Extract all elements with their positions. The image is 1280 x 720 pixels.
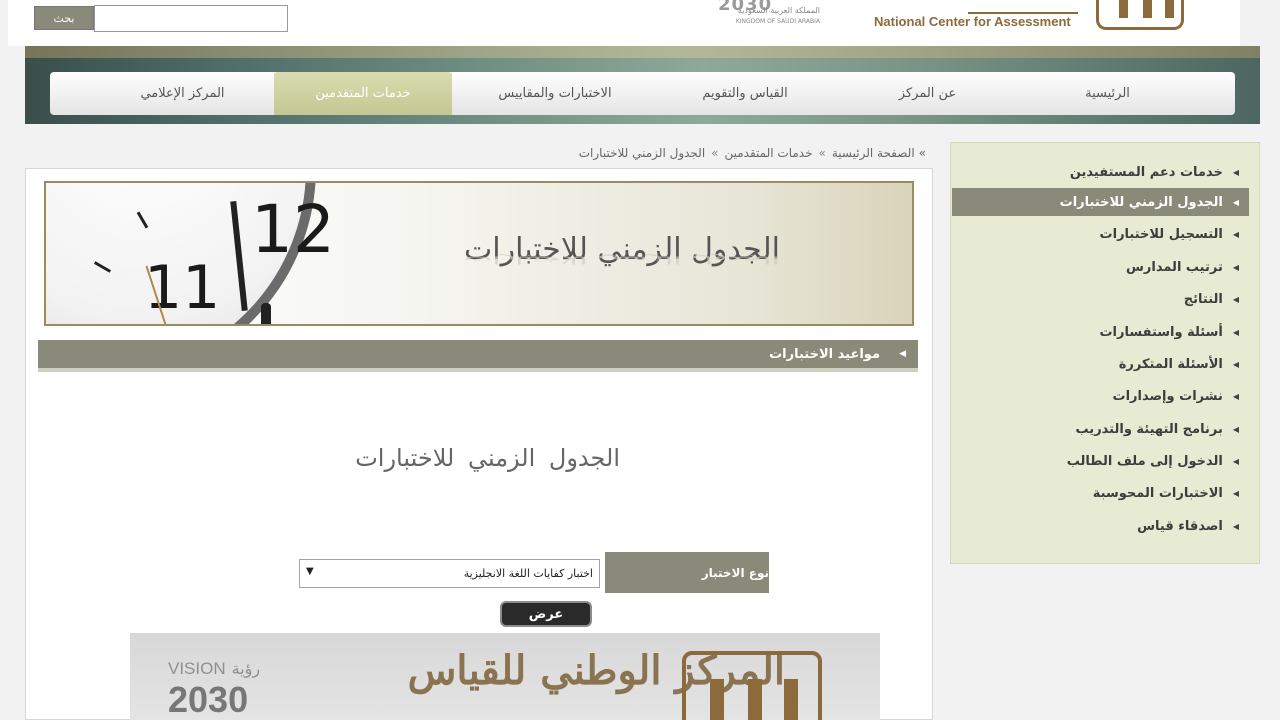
- breadcrumb-applicant-services[interactable]: خدمات المتقدمين: [725, 146, 813, 160]
- sidebar-item-label: الجدول الزمني للاختبارات: [1059, 194, 1223, 210]
- sidebar-item-publications[interactable]: ◀ نشرات وإصدارات: [959, 385, 1239, 407]
- sidebar-item-label: الدخول إلى ملف الطالب: [1066, 453, 1223, 469]
- org-logo-arabic: [968, 0, 1078, 14]
- vision-logo-footer: VISION رؤية: [168, 659, 260, 679]
- search-input[interactable]: [94, 5, 288, 32]
- sidebar-item-computerized-tests[interactable]: ◀ الاختبارات المحوسبة: [959, 482, 1239, 504]
- vision-footer-year: 2030: [168, 679, 249, 720]
- chevron-left-icon: ◀: [899, 349, 906, 359]
- sidebar-item-label: النتائج: [1183, 291, 1223, 307]
- main-nav: الرئيسية عن المركز القياس والتقويم الاخت…: [50, 72, 1235, 115]
- nav-about[interactable]: عن المركز: [855, 72, 1000, 115]
- sidebar-item-test-schedule[interactable]: ◀ الجدول الزمني للاختبارات: [952, 188, 1249, 216]
- test-type-select[interactable]: اختبار كفايات اللغة الانجليزية ▼: [299, 559, 600, 588]
- org-logo-icon[interactable]: [1096, 0, 1184, 30]
- sidebar-item-label: الاختبارات المحوسبة: [1092, 485, 1223, 501]
- sidebar-item-student-file[interactable]: ◀ الدخول إلى ملف الطالب: [959, 450, 1239, 472]
- nav-measurement[interactable]: القياس والتقويم: [665, 72, 825, 115]
- chevron-left-icon: ◀: [1232, 456, 1239, 466]
- nav-media-center[interactable]: المركز الإعلامي: [105, 72, 260, 115]
- chevron-left-icon: ◀: [1232, 424, 1239, 434]
- test-type-label: نوع الاختبار: [605, 552, 769, 593]
- chevron-left-icon: ◀: [1232, 488, 1239, 498]
- sidebar-item-label: خدمات دعم المستفيدين: [1069, 164, 1223, 180]
- hero-title-reflection: الجدول الزمني للاختبارات: [464, 253, 780, 266]
- vision-country-ar: المملكة العربية السعودية: [737, 6, 820, 15]
- sidebar: ◀ خدمات دعم المستفيدين ◀ الجدول الزمني للا…: [950, 142, 1260, 564]
- sidebar-item-beneficiary-support[interactable]: ◀ خدمات دعم المستفيدين: [959, 161, 1239, 183]
- sidebar-item-label: نشرات وإصدارات: [1112, 388, 1223, 404]
- clock-number-11: 11: [144, 253, 221, 323]
- clock-tick: [136, 211, 149, 229]
- vision-country-en: KINGDOM OF SAUDI ARABIA: [735, 18, 820, 25]
- vision-footer-ar: رؤية: [231, 661, 261, 678]
- chevron-left-icon: ◀: [1232, 391, 1239, 401]
- sidebar-item-label: الأسئلة المتكررة: [1118, 356, 1223, 372]
- breadcrumb-separator: »: [711, 146, 719, 160]
- chevron-left-icon: ◀: [1232, 327, 1239, 337]
- clock-tick: [93, 261, 112, 273]
- search-button[interactable]: بحث: [34, 6, 94, 30]
- chevron-left-icon: ◀: [1232, 229, 1239, 239]
- sidebar-item-label: أسئلة واستفسارات: [1099, 324, 1223, 340]
- chevron-left-icon: ◀: [1232, 521, 1239, 531]
- page-title: الجدول الزمني للاختبارات: [355, 444, 620, 472]
- chevron-left-icon: ◀: [1232, 197, 1239, 207]
- nav-tests[interactable]: الاختبارات والمقاييس: [475, 72, 635, 115]
- clock-number-12: 12: [251, 191, 335, 268]
- site-header: بحث 2030 المملكة العربية السعودية KINGDO…: [8, 0, 1240, 46]
- sidebar-item-registration[interactable]: ◀ التسجيل للاختبارات: [959, 223, 1239, 245]
- section-header: ◀ مواعيد الاختبارات: [38, 340, 918, 372]
- org-name[interactable]: National Center for Assessment: [874, 14, 1071, 29]
- sidebar-item-label: اصدقاء قياس: [1137, 518, 1223, 534]
- vision-footer-en: VISION: [168, 659, 226, 678]
- chevron-left-icon: ◀: [1232, 359, 1239, 369]
- breadcrumb-separator: »: [818, 146, 826, 160]
- chevron-left-icon: ◀: [1232, 294, 1239, 304]
- clock-hand: [230, 200, 248, 312]
- nav-applicant-services[interactable]: خدمات المتقدمين: [274, 72, 452, 115]
- chevron-down-icon: ▼: [306, 566, 314, 577]
- sidebar-item-inquiries[interactable]: ◀ أسئلة واستفسارات: [959, 321, 1239, 343]
- nav-home[interactable]: الرئيسية: [1035, 72, 1180, 115]
- chevron-left-icon: ◀: [1232, 262, 1239, 272]
- sidebar-item-faq[interactable]: ◀ الأسئلة المتكررة: [959, 353, 1239, 375]
- test-type-selected-value: اختبار كفايات اللغة الانجليزية: [463, 567, 593, 580]
- breadcrumb: » الصفحة الرئيسية » خدمات المتقدمين » ال…: [486, 143, 926, 163]
- breadcrumb-home[interactable]: الصفحة الرئيسية: [832, 146, 915, 160]
- sidebar-item-school-ranking[interactable]: ◀ ترتيب المدارس: [959, 256, 1239, 278]
- breadcrumb-separator: »: [918, 146, 926, 160]
- section-title: مواعيد الاختبارات: [769, 346, 880, 362]
- footer-banner: VISION رؤية 2030 المركز الوطني للقياس: [130, 633, 880, 720]
- sidebar-item-label: التسجيل للاختبارات: [1099, 226, 1223, 242]
- show-button[interactable]: عرض: [500, 601, 592, 627]
- sidebar-item-results[interactable]: ◀ النتائج: [959, 288, 1239, 310]
- sidebar-item-qiyas-friends[interactable]: ◀ اصدقاء قياس: [959, 515, 1239, 537]
- clock-hand: [261, 303, 271, 324]
- vision-2030-logo: 2030 المملكة العربية السعودية KINGDOM OF…: [716, 0, 826, 30]
- breadcrumb-current: الجدول الزمني للاختبارات: [578, 146, 706, 160]
- clock-image: 12 11: [46, 183, 335, 324]
- org-logo-footer: [682, 651, 822, 720]
- chevron-left-icon: ◀: [1232, 167, 1239, 177]
- sidebar-item-label: ترتيب المدارس: [1125, 259, 1223, 275]
- sidebar-item-label: برنامج التهيئة والتدريب: [1075, 421, 1223, 437]
- sidebar-item-training[interactable]: ◀ برنامج التهيئة والتدريب: [959, 418, 1239, 440]
